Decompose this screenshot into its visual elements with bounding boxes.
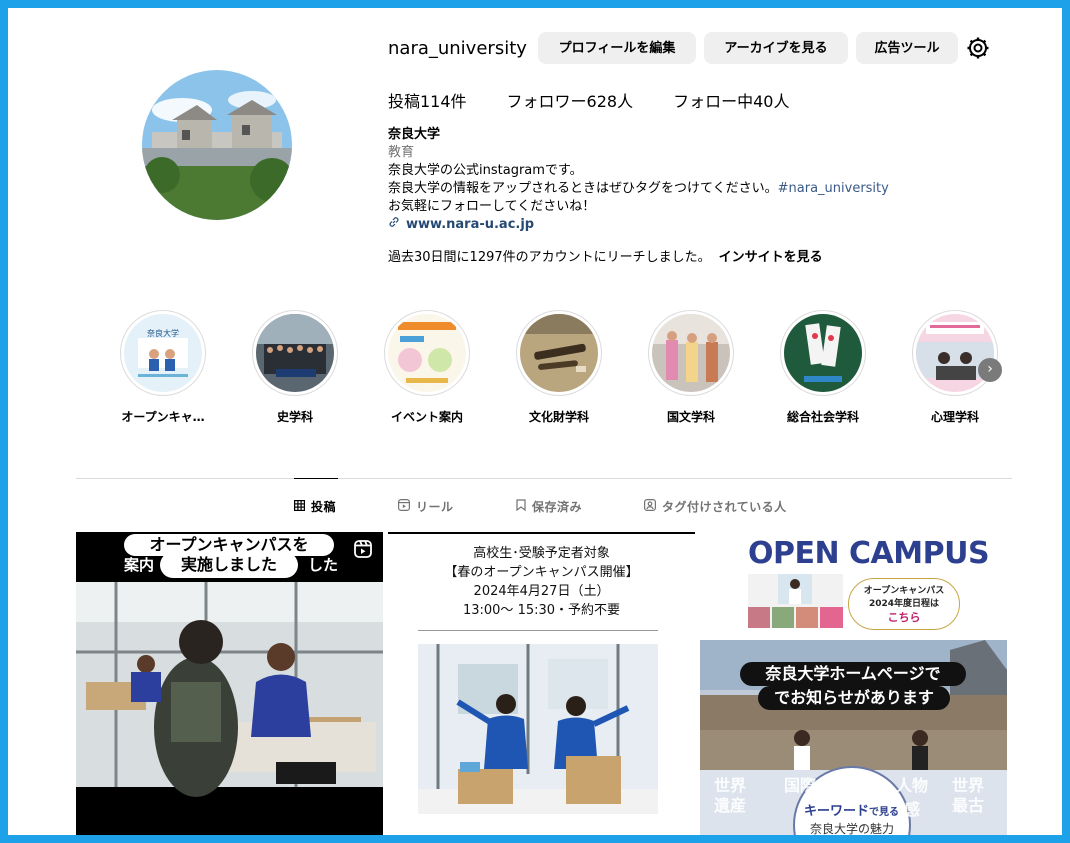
highlight-label: イベント案内: [390, 410, 463, 424]
settings-gear-icon[interactable]: [966, 36, 990, 60]
view-archive-button[interactable]: アーカイブを見る: [704, 32, 848, 64]
followers-count[interactable]: フォロワー628人: [507, 88, 634, 112]
profile-avatar[interactable]: [142, 70, 292, 220]
post-tile[interactable]: OPEN CAMPUS オープンキャンパス 2024年度日程は こちら 世界 遺…: [700, 532, 1007, 835]
reels-icon: [398, 499, 411, 514]
bio-line: 奈良大学の公式instagramです。: [388, 163, 583, 178]
view-insights-link[interactable]: インサイトを見る: [719, 250, 823, 265]
highlight-label: 国文学科: [666, 410, 715, 424]
highlight-item[interactable]: イベント案内: [372, 310, 482, 425]
link-icon: [388, 216, 400, 234]
tab-divider: [76, 478, 1012, 479]
profile-stats: 投稿114件 フォロワー628人 フォロー中40人: [388, 88, 829, 112]
profile-username: nara_university: [388, 38, 527, 59]
story-highlights: 奈良大学 オープンキャ… 史学科 イベント案内 文化財学科 国文学科 総合社会学…: [108, 310, 1028, 430]
tab-posts[interactable]: 投稿: [294, 498, 336, 515]
highlight-item[interactable]: 文化財学科: [504, 310, 614, 425]
bg-word: 世界 最古: [952, 776, 985, 815]
highlight-item[interactable]: 奈良大学 オープンキャ…: [108, 310, 218, 425]
profile-bio: 奈良大学 教育 奈良大学の公式instagramです。 奈良大学の情報をアップさ…: [388, 126, 1008, 234]
post-2-divider: [418, 630, 658, 631]
grid-icon: [294, 499, 306, 514]
highlight-cover: [520, 314, 598, 392]
notice-bubble-line1: 奈良大学ホームページで: [740, 662, 966, 686]
highlight-cover: [784, 314, 862, 392]
bg-word: 感: [904, 800, 921, 819]
highlight-cover-text: 奈良大学: [147, 328, 179, 338]
bio-line: お気軽にフォローしてくださいね！: [388, 199, 596, 214]
post-tile[interactable]: 高校生･受験予定者対象 【春のオープンキャンパス開催】 2024年4月27日（土…: [388, 532, 695, 835]
tab-saved[interactable]: 保存済み: [516, 498, 582, 515]
edit-profile-button[interactable]: プロフィールを編集: [538, 32, 696, 64]
profile-page: nara_university プロフィールを編集 アーカイブを見る 広告ツール…: [8, 8, 1062, 835]
highlight-label: 文化財学科: [528, 410, 589, 424]
following-count[interactable]: フォロー中40人: [673, 88, 789, 112]
bio-line: 奈良大学の情報をアップされるときはぜひタグをつけてください。#nara_univ…: [388, 181, 889, 196]
profile-tabs: 投稿 リール 保存済み タグ付けされている人: [8, 498, 1062, 518]
highlight-label: 史学科: [276, 410, 313, 424]
post-2-text: 高校生･受験予定者対象 【春のオープンキャンパス開催】 2024年4月27日（土…: [444, 546, 639, 618]
active-tab-indicator: [294, 478, 338, 479]
keyword-label: キーワードで見る: [804, 804, 900, 819]
highlight-item[interactable]: 国文学科: [636, 310, 746, 425]
open-campus-schedule-badge[interactable]: オープンキャンパス 2024年度日程は こちら: [848, 578, 960, 630]
highlight-item[interactable]: 史学科: [240, 310, 350, 425]
highlight-cover: 奈良大学: [124, 314, 202, 392]
keyword-subtitle: 奈良大学の魅力: [810, 822, 895, 835]
post-tile[interactable]: オープンキャンパスを 案内 した 実施しました: [76, 532, 383, 835]
highlight-label: 総合社会学科: [786, 410, 859, 424]
post-caption-bottom: 実施しました: [160, 552, 298, 578]
open-campus-title: OPEN CAMPUS: [748, 536, 990, 571]
profile-display-name: 奈良大学: [388, 127, 441, 142]
bg-word: 国際: [784, 776, 817, 795]
open-campus-photos: [748, 574, 843, 628]
highlight-cover: [916, 314, 994, 392]
post-caption-behind-left: 案内: [124, 556, 155, 574]
profile-website-link[interactable]: www.nara-u.ac.jp: [388, 216, 1008, 234]
highlight-label: オープンキャ…: [121, 410, 205, 424]
tagged-person-icon: [644, 499, 657, 514]
tab-tagged[interactable]: タグ付けされている人: [644, 498, 787, 515]
highlight-label: 心理学科: [930, 410, 979, 424]
post-caption-behind-right: した: [308, 556, 339, 574]
post-2-photo: [418, 644, 658, 814]
notice-bubble-line2: でお知らせがあります: [758, 686, 950, 710]
tab-reels[interactable]: リール: [398, 498, 454, 515]
highlights-next-chevron-icon[interactable]: ›: [978, 358, 1002, 382]
highlight-cover: [652, 314, 730, 392]
bg-word: 人物: [896, 776, 929, 795]
highlight-cover: [256, 314, 334, 392]
bio-hashtag-link[interactable]: #nara_university: [778, 181, 889, 196]
highlight-item[interactable]: 総合社会学科: [768, 310, 878, 425]
reach-summary: 過去30日間に1297件のアカウントにリーチしました。 インサイトを見る: [388, 250, 823, 265]
profile-category: 教育: [388, 145, 415, 160]
posts-count: 投稿114件: [388, 92, 467, 111]
ad-tools-button[interactable]: 広告ツール: [856, 32, 958, 64]
reel-icon: [354, 540, 372, 562]
bookmark-icon: [516, 499, 526, 514]
bg-word: 世界 遺産: [714, 776, 747, 815]
highlight-cover: [388, 314, 466, 392]
